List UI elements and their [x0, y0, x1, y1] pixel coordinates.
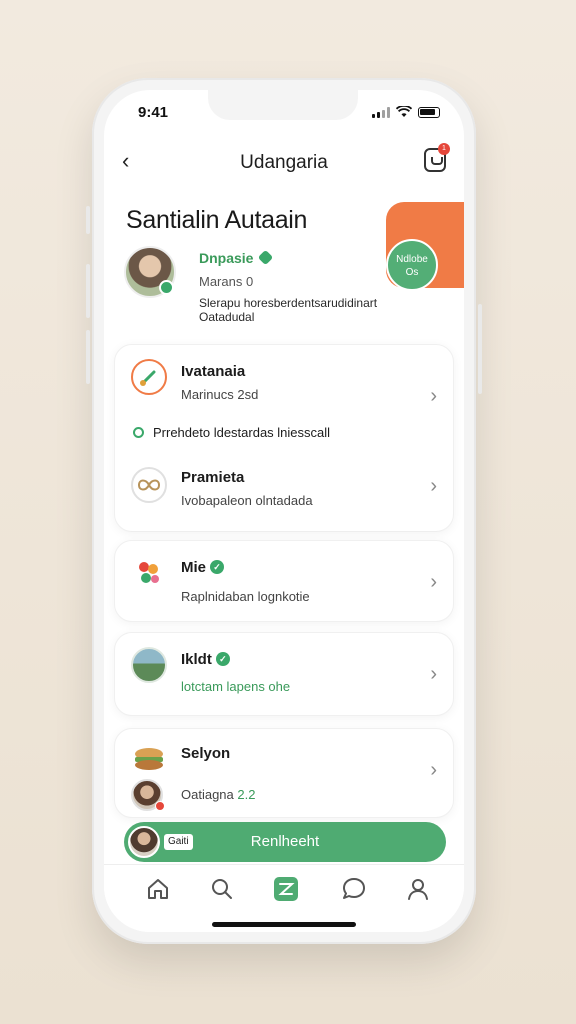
mute-switch: [86, 206, 90, 234]
row-title: Ivatanaia: [181, 363, 246, 380]
status-time: 9:41: [138, 104, 169, 121]
notification-badge: 1: [438, 143, 450, 155]
status-bubble[interactable]: Ndlobe Os: [386, 239, 438, 291]
fruit-icon: [131, 555, 167, 591]
food-icon: [131, 741, 167, 777]
profile-name: Dnpasie: [199, 250, 254, 266]
row-subtitle: Ivobapaleon olntadada: [181, 493, 313, 508]
profile-icon[interactable]: [404, 875, 432, 903]
chevron-right-icon[interactable]: ›: [430, 385, 437, 408]
status-bubble-text: Ndlobe Os: [396, 254, 428, 278]
chevron-right-icon[interactable]: ›: [430, 571, 437, 594]
list-card-4[interactable]: Selyon Oatiagna 2.2 ›: [114, 728, 454, 818]
status-icons: [372, 106, 440, 118]
row-title: Mie ✓: [181, 559, 225, 576]
verified-check-icon: ✓: [210, 560, 225, 574]
infinity-icon: [131, 467, 167, 503]
row-subtitle: Raplnidaban lognkotie: [181, 589, 310, 604]
leaf-icon: [257, 249, 274, 266]
top-bar: ‹ Udangaria 1: [104, 142, 464, 182]
row-title-text: Mie: [181, 559, 207, 576]
alert-dot-icon: [155, 801, 165, 811]
row-title: Ikldt ✓: [181, 651, 230, 668]
profile-meta: Marans 0: [199, 274, 254, 289]
landscape-icon: [131, 647, 167, 683]
primary-action-button[interactable]: Gaiti Renlheeht: [124, 822, 446, 862]
row-subtitle-text: Oatiagna: [181, 787, 234, 802]
home-indicator: [212, 922, 356, 927]
phone-screen: 9:41 ‹ Udangaria 1 Santialin Autaain Dnp…: [104, 90, 464, 932]
chevron-right-icon[interactable]: ›: [430, 663, 437, 686]
chat-icon[interactable]: [340, 875, 368, 903]
signal-icon: [372, 106, 390, 118]
verified-check-icon: ✓: [215, 652, 230, 666]
chevron-right-icon[interactable]: ›: [430, 475, 437, 498]
row-subtitle: lotctam lapens ohe: [181, 679, 291, 694]
phone-frame: 9:41 ‹ Udangaria 1 Santialin Autaain Dnp…: [86, 78, 482, 944]
home-icon[interactable]: [144, 875, 172, 903]
page-title: Udangaria: [240, 152, 328, 173]
volume-down-button: [86, 330, 90, 384]
power-button: [478, 304, 482, 394]
wifi-icon: [396, 106, 412, 117]
row-title-text: Ikldt: [181, 651, 212, 668]
row-subtitle: Marinucs 2sd: [181, 387, 259, 402]
profile-title: Santialin Autaain: [126, 206, 308, 234]
plan-icon[interactable]: [272, 875, 300, 903]
list-card-1: Ivatanaia Marinucs 2sd › Prrehdeto ldest…: [114, 344, 454, 532]
chevron-right-icon[interactable]: ›: [430, 759, 437, 782]
row-title: Selyon: [181, 745, 231, 762]
notch: [208, 90, 358, 120]
note-text: Prrehdeto ldestardas lniesscall: [153, 425, 331, 440]
list-card-3[interactable]: Ikldt ✓ lotctam lapens ohe ›: [114, 632, 454, 716]
search-icon[interactable]: [208, 875, 236, 903]
radio-icon[interactable]: [133, 427, 144, 438]
avatar: [128, 826, 160, 858]
battery-icon: [418, 106, 440, 118]
primary-action-label: Renlheeht: [250, 833, 320, 850]
brush-icon: [131, 359, 167, 395]
row-subtitle-value: 2.2: [237, 787, 256, 802]
list-card-2[interactable]: Mie ✓ Raplnidaban lognkotie ›: [114, 540, 454, 622]
cart-button[interactable]: 1: [424, 143, 450, 172]
volume-up-button: [86, 264, 90, 318]
divider: [131, 531, 437, 532]
profile-description: Slerapu horesberdentsarudidinart Oatadud…: [199, 296, 378, 324]
online-status-icon: [159, 280, 174, 295]
cta-chip: Gaiti: [164, 834, 193, 850]
row-subtitle: Oatiagna 2.2: [181, 787, 255, 802]
row-title: Pramieta: [181, 469, 245, 486]
